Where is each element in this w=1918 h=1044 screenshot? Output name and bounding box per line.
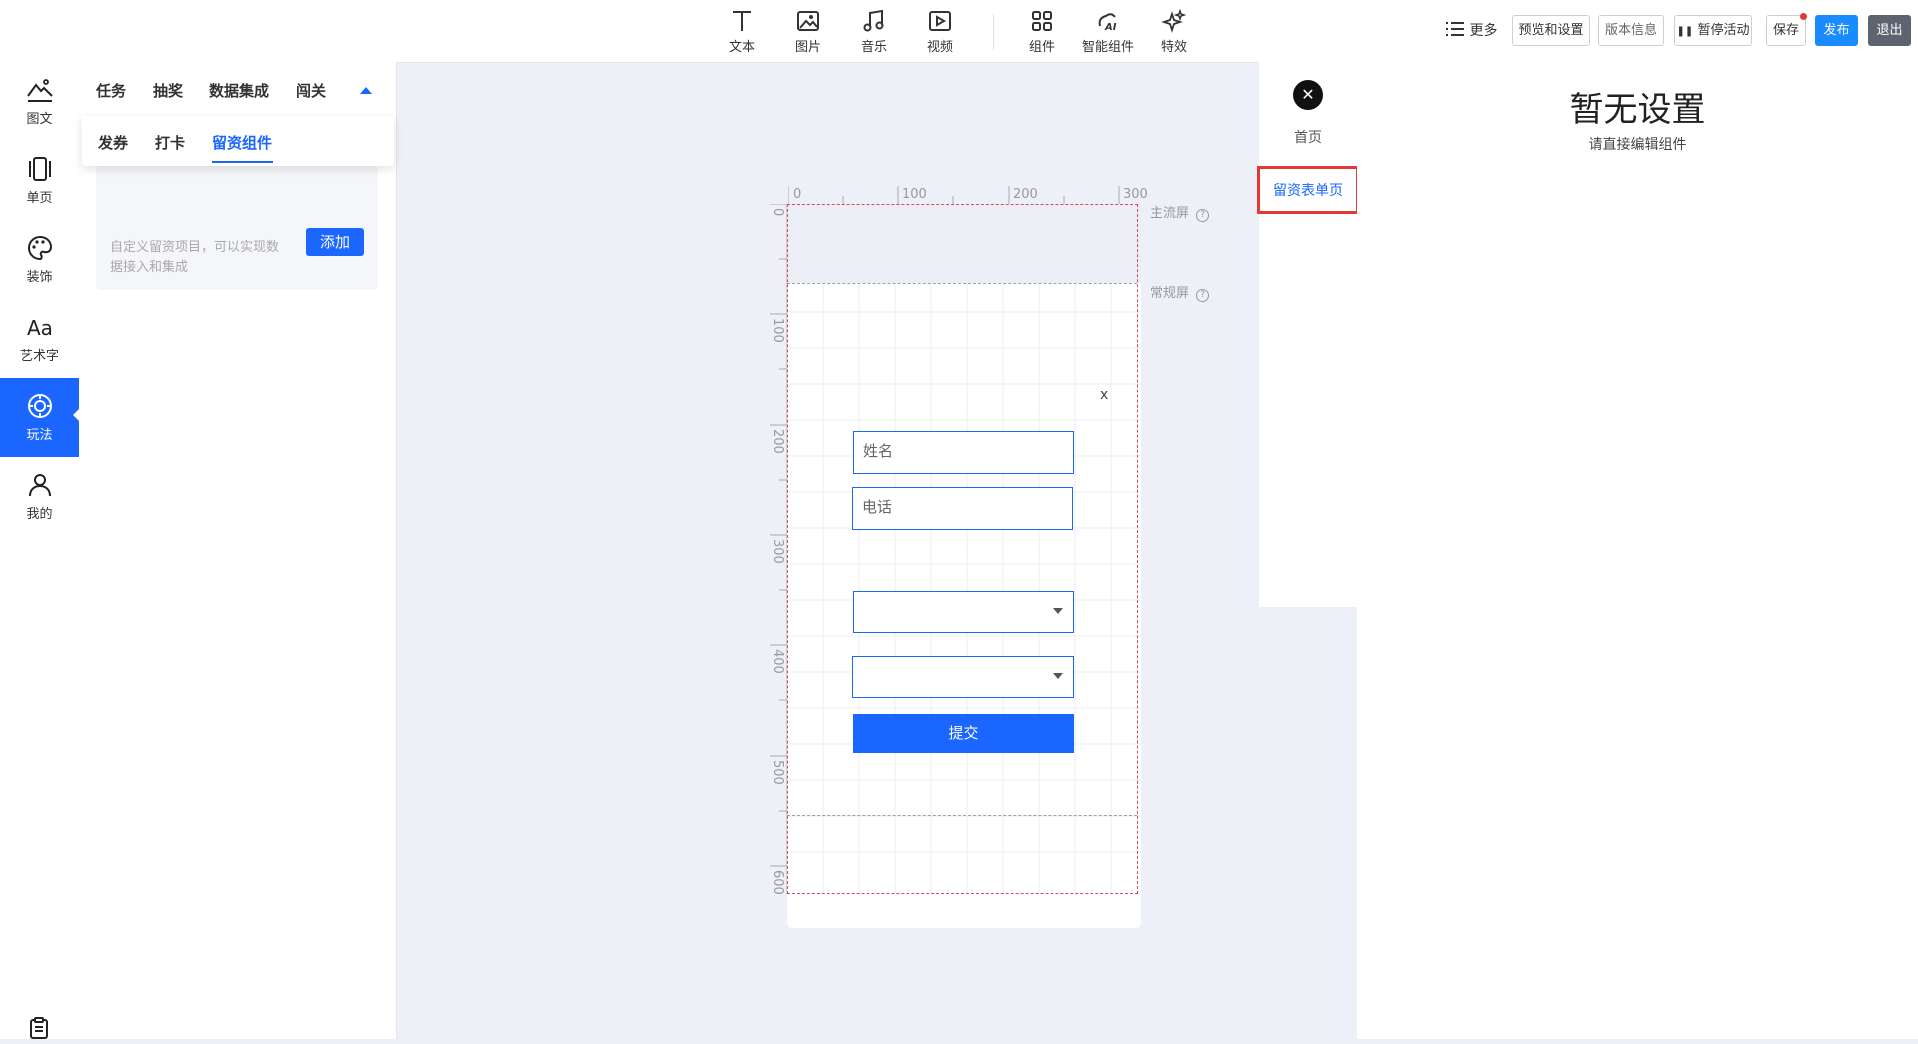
- card-description: 自定义留资项目，可以实现数据接入和集成: [110, 240, 280, 275]
- text-icon: [733, 11, 751, 31]
- help-icon[interactable]: ?: [1196, 209, 1210, 222]
- canvas-selection-outline: [787, 204, 1138, 894]
- page-item-home[interactable]: 首页: [1259, 127, 1357, 147]
- subtab-underline: [212, 161, 273, 163]
- ruler-left-label: 400: [770, 649, 785, 674]
- form-close-x[interactable]: x: [1100, 387, 1108, 403]
- save-button[interactable]: 保存: [1766, 13, 1807, 46]
- component-panel: 任务 抽奖 数据集成 闯关 自定义留资项目，可以实现数据接入和集成 添加: [80, 62, 397, 1039]
- publish-button[interactable]: 发布: [1815, 15, 1858, 46]
- ruler-top-label: 100: [902, 187, 927, 202]
- exit-button[interactable]: 退出: [1868, 15, 1911, 46]
- image-text-icon: [26, 79, 53, 102]
- toolbar-divider: [993, 14, 994, 50]
- category-tab-data-integration[interactable]: 数据集成: [209, 80, 269, 101]
- ruler-left-label: 200: [770, 429, 785, 454]
- unsaved-dot: [1800, 13, 1807, 20]
- close-icon[interactable]: ✕: [1293, 80, 1323, 110]
- pause-icon: ❚❚: [1676, 26, 1694, 37]
- palette-icon: [27, 235, 52, 261]
- rail-item-art-text[interactable]: Aa 艺术字: [0, 299, 79, 378]
- ruler-left-label: 500: [770, 760, 785, 785]
- image-icon: [797, 11, 819, 31]
- rail-item-image-text[interactable]: 图文: [0, 62, 79, 141]
- music-icon: [863, 9, 884, 32]
- category-tab-task[interactable]: 任务: [96, 80, 126, 101]
- tool-components[interactable]: 组件: [1014, 8, 1070, 55]
- top-ruler: 0 100 200 300: [788, 186, 1148, 204]
- select-field-2[interactable]: [852, 656, 1074, 698]
- active-pointer: [73, 408, 80, 422]
- ruler-left-label: 0: [770, 208, 785, 217]
- rail-item-single-page[interactable]: 单页: [0, 141, 79, 220]
- top-toolbar: 文本 图片 音乐 视频 组件 AI 智能组件 特效 更多 预览和设置 版本信息 …: [0, 0, 1918, 63]
- settings-subtitle: 请直接编辑组件: [1588, 137, 1687, 153]
- ruler-left-label: 600: [770, 870, 785, 895]
- ruler-top-label: 300: [1123, 187, 1148, 202]
- category-tab-level[interactable]: 闯关: [296, 80, 326, 101]
- page-item-lead-form[interactable]: 留资表单页: [1257, 166, 1359, 214]
- collapse-caret-icon[interactable]: [360, 87, 372, 94]
- phone-canvas: x 姓名 电话 提交: [787, 204, 1141, 928]
- settings-panel: 暂无设置 请直接编辑组件: [1357, 62, 1918, 1039]
- art-text-icon: Aa: [27, 316, 53, 340]
- video-icon: [929, 11, 951, 31]
- help-icon[interactable]: ?: [1196, 289, 1210, 302]
- phone-input[interactable]: 电话: [852, 487, 1073, 530]
- tool-text[interactable]: 文本: [714, 8, 770, 55]
- sparkle-icon: [1161, 8, 1187, 33]
- version-info-button[interactable]: 版本信息: [1598, 15, 1664, 46]
- components-icon: [1032, 11, 1052, 31]
- svg-text:Aa: Aa: [27, 316, 53, 340]
- chevron-down-icon: [1053, 673, 1063, 679]
- lead-form-card: 自定义留资项目，可以实现数据接入和集成 添加: [96, 166, 378, 290]
- ruler-top-label: 200: [1013, 187, 1038, 202]
- single-page-icon: [28, 157, 51, 181]
- svg-text:AI: AI: [1104, 22, 1117, 33]
- ai-icon: AI: [1098, 13, 1117, 33]
- list-icon: [1445, 21, 1465, 41]
- tool-image[interactable]: 图片: [780, 8, 836, 55]
- tool-effects[interactable]: 特效: [1146, 8, 1202, 55]
- ruler-top-label: 0: [793, 187, 802, 202]
- page-list-panel: ✕ 首页 留资表单页: [1257, 62, 1359, 607]
- left-rail: 图文 单页 装饰 Aa 艺术字 玩法 我的: [0, 62, 81, 1039]
- rail-item-decoration[interactable]: 装饰: [0, 220, 79, 299]
- select-field-1[interactable]: [853, 591, 1074, 633]
- subtab-dropdown: 发券 打卡 留资组件: [82, 116, 394, 166]
- user-icon: [28, 474, 51, 497]
- preview-settings-button[interactable]: 预览和设置: [1512, 15, 1590, 46]
- settings-title: 暂无设置: [1569, 90, 1706, 130]
- tool-music[interactable]: 音乐: [846, 8, 902, 55]
- clipboard-icon[interactable]: [27, 1016, 51, 1044]
- gameplay-icon: [27, 394, 52, 418]
- tool-video[interactable]: 视频: [912, 8, 968, 55]
- ruler-left-label: 300: [770, 539, 785, 564]
- rail-item-mine[interactable]: 我的: [0, 457, 79, 536]
- add-button[interactable]: 添加: [306, 228, 364, 256]
- pause-activity-button[interactable]: ❚❚ 暂停活动: [1674, 15, 1752, 46]
- left-ruler: 0 100 200 300 400 500 600: [770, 204, 787, 895]
- rail-item-gameplay[interactable]: 玩法: [0, 378, 80, 457]
- name-input[interactable]: 姓名: [853, 431, 1074, 474]
- subtab-lead-form[interactable]: 留资组件: [212, 132, 272, 153]
- chevron-down-icon: [1053, 608, 1063, 614]
- subtab-checkin[interactable]: 打卡: [155, 132, 185, 153]
- normal-screen-label: 常规屏 ?: [1150, 282, 1210, 302]
- main-screen-label: 主流屏 ?: [1150, 202, 1210, 222]
- ruler-left-label: 100: [770, 318, 785, 343]
- tool-ai-components[interactable]: AI 智能组件: [1080, 8, 1136, 55]
- subtab-coupon[interactable]: 发券: [98, 132, 128, 153]
- more-button[interactable]: 更多: [1445, 20, 1497, 41]
- category-tab-lottery[interactable]: 抽奖: [153, 80, 183, 101]
- submit-button[interactable]: 提交: [853, 714, 1074, 753]
